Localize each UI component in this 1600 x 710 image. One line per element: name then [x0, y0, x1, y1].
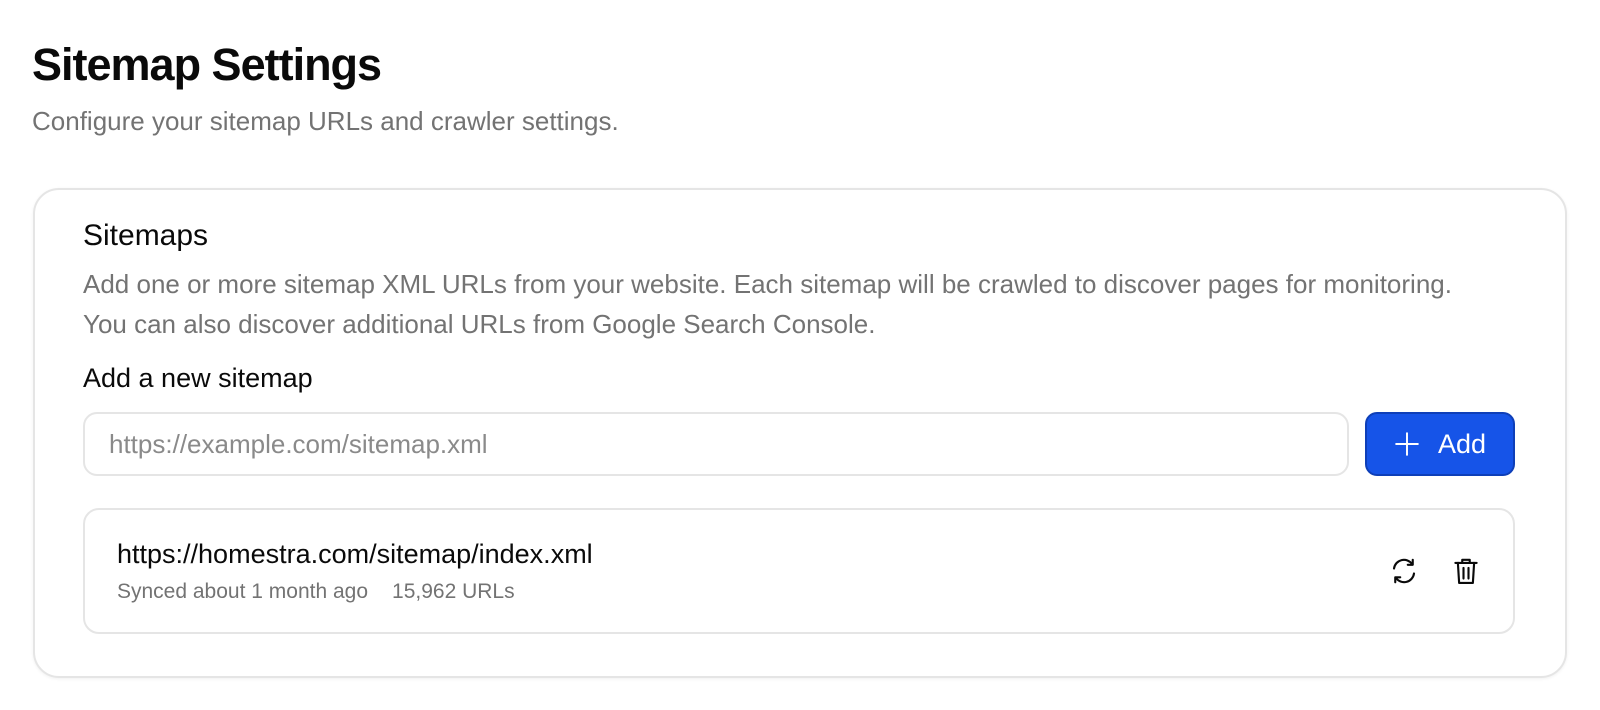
sitemap-url: https://homestra.com/sitemap/index.xml [117, 539, 593, 569]
sync-status: Synced about 1 month ago [117, 580, 369, 603]
refresh-button[interactable] [1387, 554, 1421, 588]
sitemap-item-info: https://homestra.com/sitemap/index.xml S… [117, 536, 593, 606]
sitemaps-card: Sitemaps Add one or more sitemap XML URL… [33, 188, 1567, 678]
sitemap-item-actions [1387, 554, 1483, 588]
sitemap-settings-page: Sitemap Settings Configure your sitemap … [0, 0, 1600, 710]
delete-button[interactable] [1449, 554, 1483, 588]
page-subtitle: Configure your sitemap URLs and crawler … [32, 106, 619, 136]
trash-icon [1451, 556, 1481, 586]
card-description: Add one or more sitemap XML URLs from yo… [83, 269, 1452, 339]
refresh-icon [1389, 556, 1419, 586]
sitemap-url-input[interactable] [83, 412, 1349, 476]
add-sitemap-label: Add a new sitemap [83, 363, 313, 393]
card-title: Sitemaps [83, 219, 209, 252]
sitemap-meta: Synced about 1 month ago 15,962 URLs [117, 578, 593, 606]
add-button-label: Add [1437, 428, 1487, 459]
plus-icon [1394, 431, 1420, 457]
page-title: Sitemap Settings [32, 39, 382, 90]
sitemap-list-item: https://homestra.com/sitemap/index.xml S… [83, 508, 1515, 634]
url-count: 15,962 URLs [392, 580, 515, 603]
add-button[interactable]: Add [1365, 412, 1515, 476]
add-sitemap-row: Add [83, 412, 1517, 476]
